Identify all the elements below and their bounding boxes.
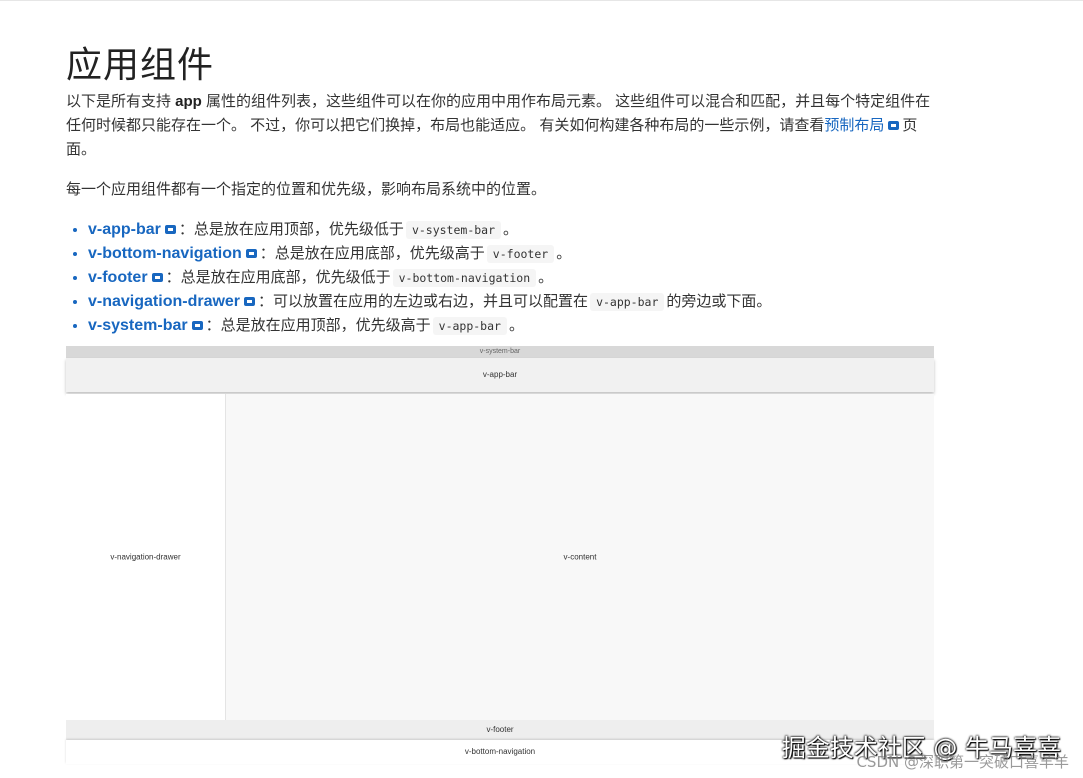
intro-text-1: 以下是所有支持 [66, 93, 176, 110]
layout-diagram: v-system-bar v-app-bar v-navigation-draw… [66, 346, 934, 764]
v-navigation-drawer-link[interactable]: v-navigation-drawer [88, 293, 240, 310]
prebuilt-layouts-link[interactable]: 预制布局 [824, 117, 884, 134]
external-link-icon [151, 272, 163, 282]
diagram-system-bar: v-system-bar [66, 346, 934, 358]
item-description: 总是放在应用底部，优先级低于 [180, 269, 391, 286]
list-item: v-footer ：总是放在应用底部，优先级低于v-bottom-navigati… [88, 266, 948, 290]
external-link-icon [164, 224, 176, 234]
page-title: 应用组件 [66, 45, 215, 86]
intro-paragraph: 以下是所有支持 app 属性的组件列表，这些组件可以在你的应用中用作布局元素。 … [66, 90, 934, 162]
separator: ： [259, 245, 275, 262]
item-description: 总是放在应用顶部，优先级低于 [193, 221, 404, 238]
diagram-app-bar: v-app-bar [66, 358, 934, 392]
inline-code: v-app-bar [590, 293, 665, 311]
external-link-icon [244, 296, 256, 306]
diagram-content: v-content [226, 394, 934, 720]
list-item: v-navigation-drawer ：可以放置在应用的左边或右边，并且可以配置… [88, 290, 948, 314]
list-item: v-app-bar ：总是放在应用顶部，优先级低于v-system-bar。 [88, 218, 948, 242]
v-bottom-navigation-link[interactable]: v-bottom-navigation [88, 245, 242, 262]
top-divider [0, 0, 1083, 1]
item-tail: 。 [508, 317, 524, 334]
separator: ： [205, 317, 221, 334]
separator: ： [258, 293, 274, 310]
item-tail: 。 [556, 245, 572, 262]
v-system-bar-link[interactable]: v-system-bar [88, 317, 188, 334]
app-keyword: app [175, 93, 202, 110]
diagram-navigation-drawer: v-navigation-drawer [66, 394, 226, 720]
item-description: 总是放在应用底部，优先级高于 [274, 245, 485, 262]
v-footer-link[interactable]: v-footer [88, 269, 148, 286]
external-link-icon [888, 120, 900, 130]
item-tail: 。 [503, 221, 519, 238]
separator: ： [178, 221, 194, 238]
external-link-icon [191, 320, 203, 330]
inline-code: v-bottom-navigation [392, 269, 537, 287]
watermark-csdn: CSDN @深职第一突破口喜羊羊 [856, 753, 1069, 771]
diagram-navigation-drawer-label: v-navigation-drawer [110, 552, 181, 562]
external-link-icon [245, 248, 257, 258]
diagram-content-label: v-content [563, 552, 597, 562]
inline-code: v-app-bar [432, 317, 507, 335]
item-tail: 。 [538, 269, 554, 286]
component-list: v-app-bar：总是放在应用顶部，优先级低于v-system-bar。 v-… [66, 218, 948, 338]
inline-code: v-system-bar [405, 221, 502, 239]
separator: ： [165, 269, 181, 286]
v-app-bar-link[interactable]: v-app-bar [88, 221, 161, 238]
item-tail: 的旁边或下面。 [666, 293, 772, 310]
list-item: v-system-bar ：总是放在应用顶部，优先级高于v-app-bar。 [88, 314, 948, 338]
list-item: v-bottom-navigation ：总是放在应用底部，优先级高于v-foot… [88, 242, 948, 266]
item-description: 可以放置在应用的左边或右边，并且可以配置在 [273, 293, 589, 310]
item-description: 总是放在应用顶部，优先级高于 [220, 317, 431, 334]
inline-code: v-footer [486, 245, 555, 263]
priority-paragraph: 每一个应用组件都有一个指定的位置和优先级，影响布局系统中的位置。 [66, 181, 547, 198]
